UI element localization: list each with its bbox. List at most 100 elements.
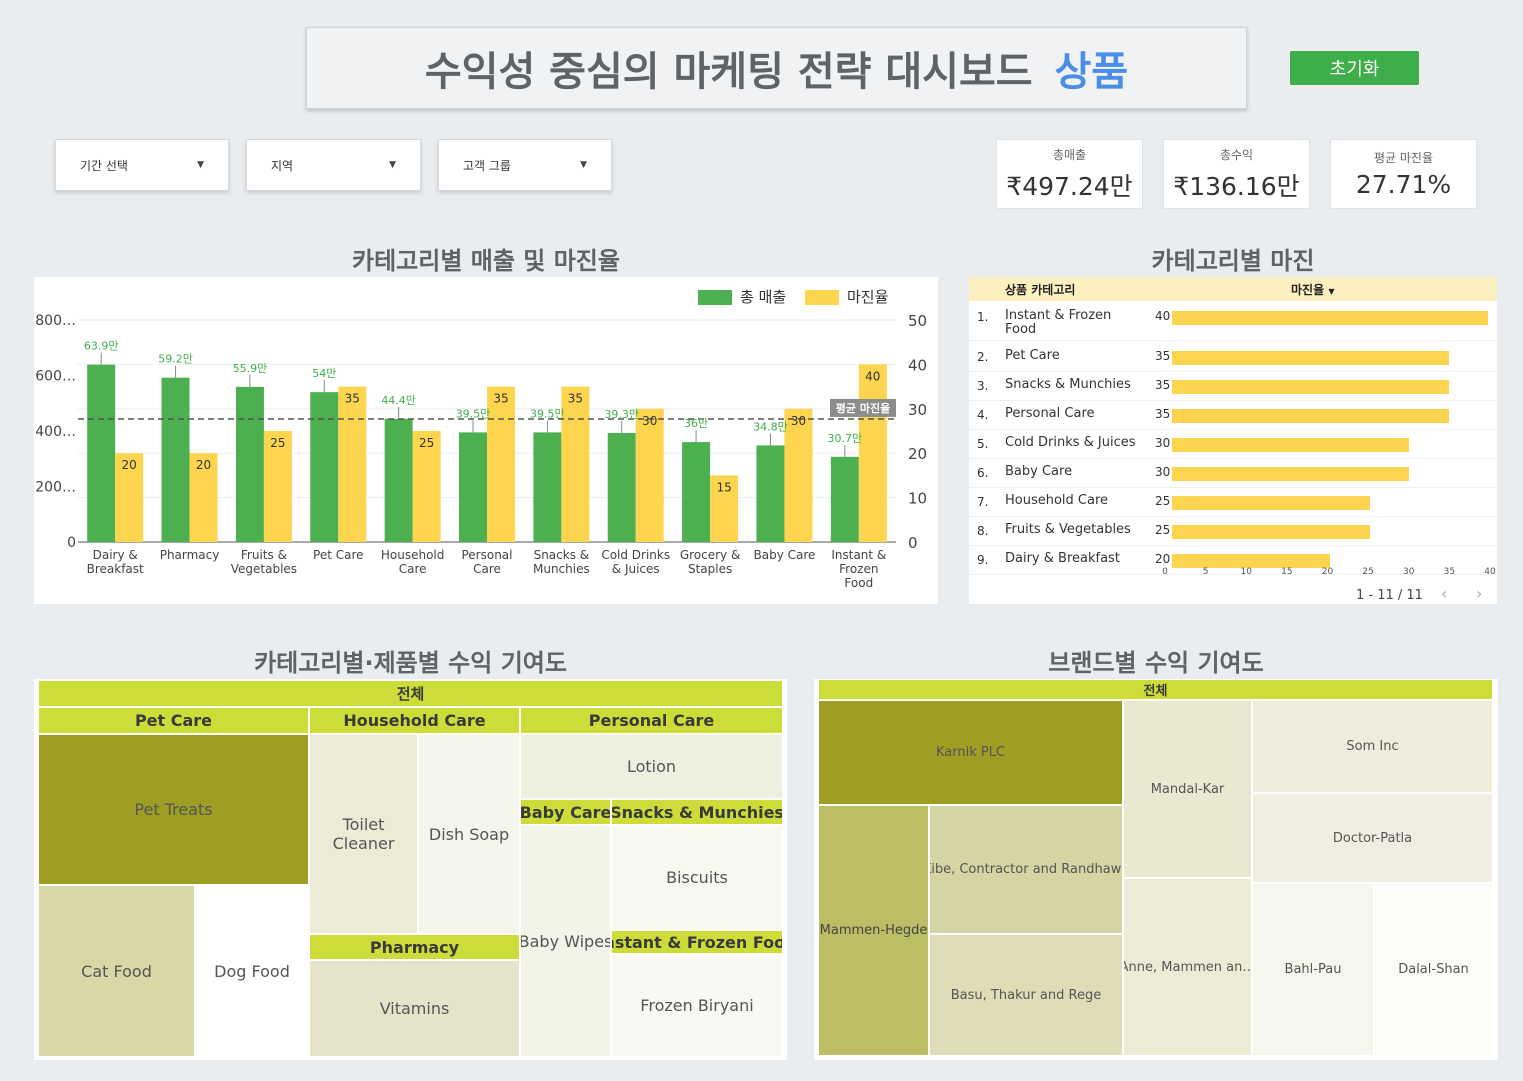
row-margin-bar [1172, 311, 1488, 325]
bar-margin[interactable] [784, 408, 813, 542]
region-filter[interactable]: 지역 ▼ [246, 139, 421, 191]
sort-desc-icon: ▼ [1328, 287, 1335, 296]
bar-margin[interactable] [635, 408, 664, 542]
row-category: Pet Care [1005, 348, 1060, 363]
next-page-icon[interactable]: › [1476, 584, 1482, 603]
row-category: Personal Care [1005, 406, 1095, 421]
bar-revenue[interactable] [235, 386, 264, 542]
row-category: Household Care [1005, 493, 1109, 508]
bar-revenue[interactable] [682, 442, 711, 542]
table-row[interactable]: 1. Instant & Frozen Food 40 [969, 303, 1497, 341]
table-axis-tick: 30 [1403, 567, 1415, 577]
bar-margin[interactable] [561, 386, 590, 542]
brand-item-dalal-shan[interactable]: Dalal-Shan [1375, 884, 1492, 1055]
treemap-group-instant-frozen[interactable]: Instant & Frozen Food [612, 931, 782, 953]
treemap-root-header[interactable]: 전체 [39, 681, 782, 706]
y-left-tick-label: 800… [35, 313, 76, 329]
treemap-item-vitamins[interactable]: Vitamins [310, 961, 519, 1056]
bar-revenue[interactable] [87, 364, 116, 542]
dropdown-caret-icon: ▼ [197, 160, 204, 170]
treemap-group-household-care[interactable]: Household Care [310, 708, 519, 733]
col-header-category[interactable]: 상품 카테고리 [1005, 281, 1075, 298]
brand-treemap-title: 브랜드별 수익 기여도 [1048, 649, 1264, 677]
data-label-revenue: 55.9만 [233, 362, 268, 375]
col-header-margin[interactable]: 마진율 ▼ [1291, 281, 1334, 298]
table-axis-tick: 0 [1162, 567, 1168, 577]
bar-revenue[interactable] [310, 392, 339, 542]
brand-item-som-inc[interactable]: Som Inc [1253, 701, 1492, 792]
treemap-item-dish-soap[interactable]: Dish Soap [419, 735, 519, 933]
treemap-item-toilet-cleaner[interactable]: Toilet Cleaner [310, 735, 417, 933]
data-label-margin: 35 [493, 392, 508, 406]
treemap-group-snacks-munchies[interactable]: Snacks & Munchies [612, 800, 782, 824]
x-tick-label: Personal [461, 548, 512, 562]
prev-page-icon[interactable]: ‹ [1441, 584, 1447, 603]
treemap-item-dog-food[interactable]: Dog Food [196, 886, 308, 1056]
bar-revenue[interactable] [161, 377, 190, 542]
margin-table-card: 상품 카테고리 마진율 ▼ 1. Instant & Frozen Food 40 2… [969, 277, 1497, 604]
treemap-item-cat-food[interactable]: Cat Food [39, 886, 194, 1056]
table-axis-tick: 15 [1281, 567, 1292, 577]
bar-revenue[interactable] [607, 432, 636, 542]
table-row[interactable]: 7. Household Care 25 [969, 488, 1497, 517]
treemap-group-baby-care[interactable]: Baby Care [521, 800, 610, 824]
bar-revenue[interactable] [384, 418, 413, 542]
bar-revenue[interactable] [459, 432, 487, 542]
data-label-revenue: 44.4만 [381, 394, 416, 407]
treemap-item-baby-wipes[interactable]: Baby Wipes [521, 826, 610, 1056]
bar-revenue[interactable] [533, 432, 562, 542]
brand-item-kibe[interactable]: Kibe, Contractor and Randhawa [930, 806, 1122, 933]
period-filter[interactable]: 기간 선택 ▼ [55, 139, 229, 191]
kpi-label: 총수익 [1219, 147, 1254, 162]
treemap-item-biscuits[interactable]: Biscuits [612, 826, 782, 929]
row-margin-value: 25 [1155, 494, 1171, 508]
customer-group-filter[interactable]: 고객 그룹 ▼ [438, 139, 612, 191]
table-row[interactable]: 3. Snacks & Munchies 35 [969, 372, 1497, 401]
brand-item-karnik[interactable]: Karnik PLC [819, 701, 1122, 804]
table-axis-tick: 35 [1444, 567, 1455, 577]
x-tick-label: Grocery & [680, 548, 741, 562]
brand-item-mammen-hegde[interactable]: Mammen-Hegde [819, 806, 928, 1055]
brand-item-mandal-kar[interactable]: Mandal-Kar [1124, 701, 1251, 877]
x-tick-label: Food [844, 576, 873, 590]
row-index: 2. [977, 350, 989, 364]
table-row[interactable]: 2. Pet Care 35 [969, 343, 1497, 372]
margin-table-axis: 0 5 10 15 20 25 30 35 40 [1162, 567, 1496, 577]
row-margin-value: 40 [1155, 309, 1171, 323]
treemap-item-lotion[interactable]: Lotion [521, 735, 782, 798]
row-margin-bar [1172, 525, 1370, 539]
treemap-item-pet-treats[interactable]: Pet Treats [39, 735, 308, 884]
table-row[interactable]: 5. Cold Drinks & Juices 30 [969, 430, 1497, 459]
brand-item-basu[interactable]: Basu, Thakur and Rege [930, 935, 1122, 1055]
average-margin-label: 평균 마진율 [836, 401, 890, 415]
bar-margin[interactable] [338, 386, 367, 542]
data-label-margin: 25 [270, 436, 285, 450]
bar-margin[interactable] [858, 364, 887, 542]
bar-revenue[interactable] [756, 445, 785, 542]
reset-button[interactable]: 초기화 [1290, 51, 1419, 85]
treemap-group-pharmacy[interactable]: Pharmacy [310, 935, 519, 959]
x-tick-label: Pharmacy [160, 548, 220, 562]
brand-item-doctor-patla[interactable]: Doctor-Patla [1253, 794, 1492, 882]
data-label-margin: 35 [568, 392, 583, 406]
brand-treemap-root-header[interactable]: 전체 [819, 680, 1492, 699]
row-margin-bar [1172, 351, 1449, 365]
category-treemap-title: 카테고리별·제품별 수익 기여도 [254, 649, 567, 677]
treemap-group-pet-care[interactable]: Pet Care [39, 708, 308, 733]
y-left-tick-label: 600… [35, 369, 76, 385]
brand-item-anne-mammen[interactable]: Anne, Mammen an… [1124, 879, 1251, 1055]
table-row[interactable]: 4. Personal Care 35 [969, 401, 1497, 430]
treemap-group-personal-care[interactable]: Personal Care [521, 708, 782, 733]
table-row[interactable]: 6. Baby Care 30 [969, 459, 1497, 488]
row-margin-bar [1172, 438, 1409, 452]
x-tick-label: Household [381, 548, 445, 562]
row-category: Instant & Frozen Food [1005, 308, 1112, 337]
brand-item-bahl-pau[interactable]: Bahl-Pau [1253, 884, 1373, 1055]
table-row[interactable]: 8. Fruits & Vegetables 25 [969, 517, 1497, 546]
bar-margin[interactable] [487, 386, 515, 542]
category-treemap: 전체 Pet Care Household Care Personal Care… [34, 679, 787, 1060]
x-tick-label: Cold Drinks [601, 548, 670, 562]
row-category: Cold Drinks & Juices [1005, 435, 1136, 450]
treemap-item-frozen-biryani[interactable]: Frozen Biryani [612, 955, 782, 1056]
bar-revenue[interactable] [830, 456, 859, 542]
